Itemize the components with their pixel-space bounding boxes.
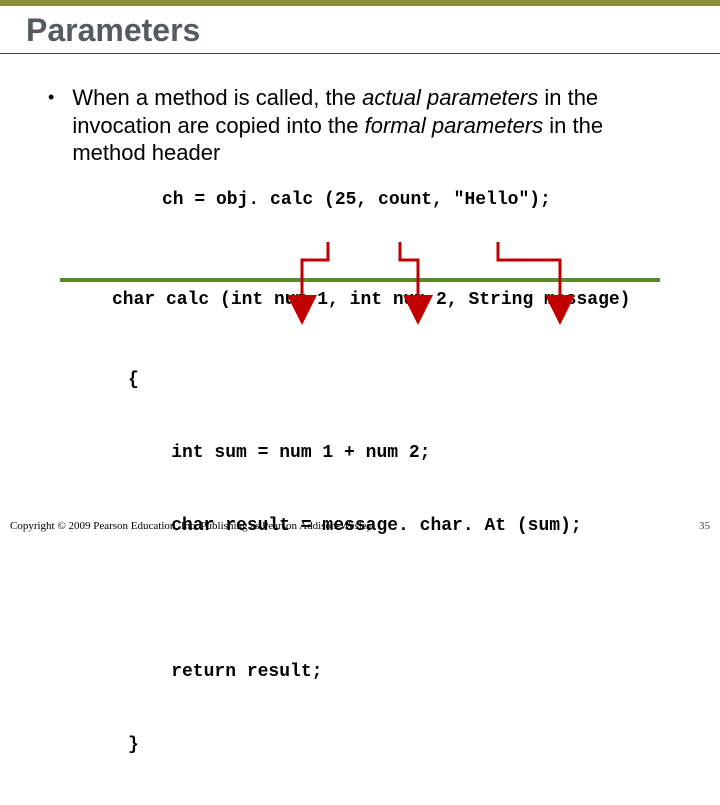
bullet-dot-icon: •: [48, 84, 54, 167]
copyright-text: Copyright © 2009 Pearson Education, Inc.…: [10, 520, 372, 532]
code-call-line: ch = obj. calc (25, count, "Hello");: [162, 189, 680, 212]
code-line-1: int sum = num 1 + num 2;: [128, 441, 680, 465]
footer: Copyright © 2009 Pearson Education, Inc.…: [10, 520, 710, 532]
bullet-em2: formal parameters: [365, 113, 544, 138]
code-blank: [128, 587, 680, 611]
bullet-item: • When a method is called, the actual pa…: [48, 84, 680, 167]
code-body-block: { int sum = num 1 + num 2; char result =…: [128, 320, 680, 805]
slide-title: Parameters: [26, 12, 720, 49]
code-brace-close: }: [128, 733, 680, 757]
code-signature-line: char calc (int num 1, int num 2, String …: [112, 289, 680, 312]
page-number: 35: [699, 520, 710, 532]
code-line-3: return result;: [128, 660, 680, 684]
bullet-text: When a method is called, the actual para…: [72, 84, 680, 167]
bullet-em1: actual parameters: [362, 85, 538, 110]
content-area: • When a method is called, the actual pa…: [0, 54, 720, 805]
code-brace-open: {: [128, 368, 680, 392]
title-block: Parameters: [0, 6, 720, 54]
bullet-pre: When a method is called, the: [72, 85, 362, 110]
